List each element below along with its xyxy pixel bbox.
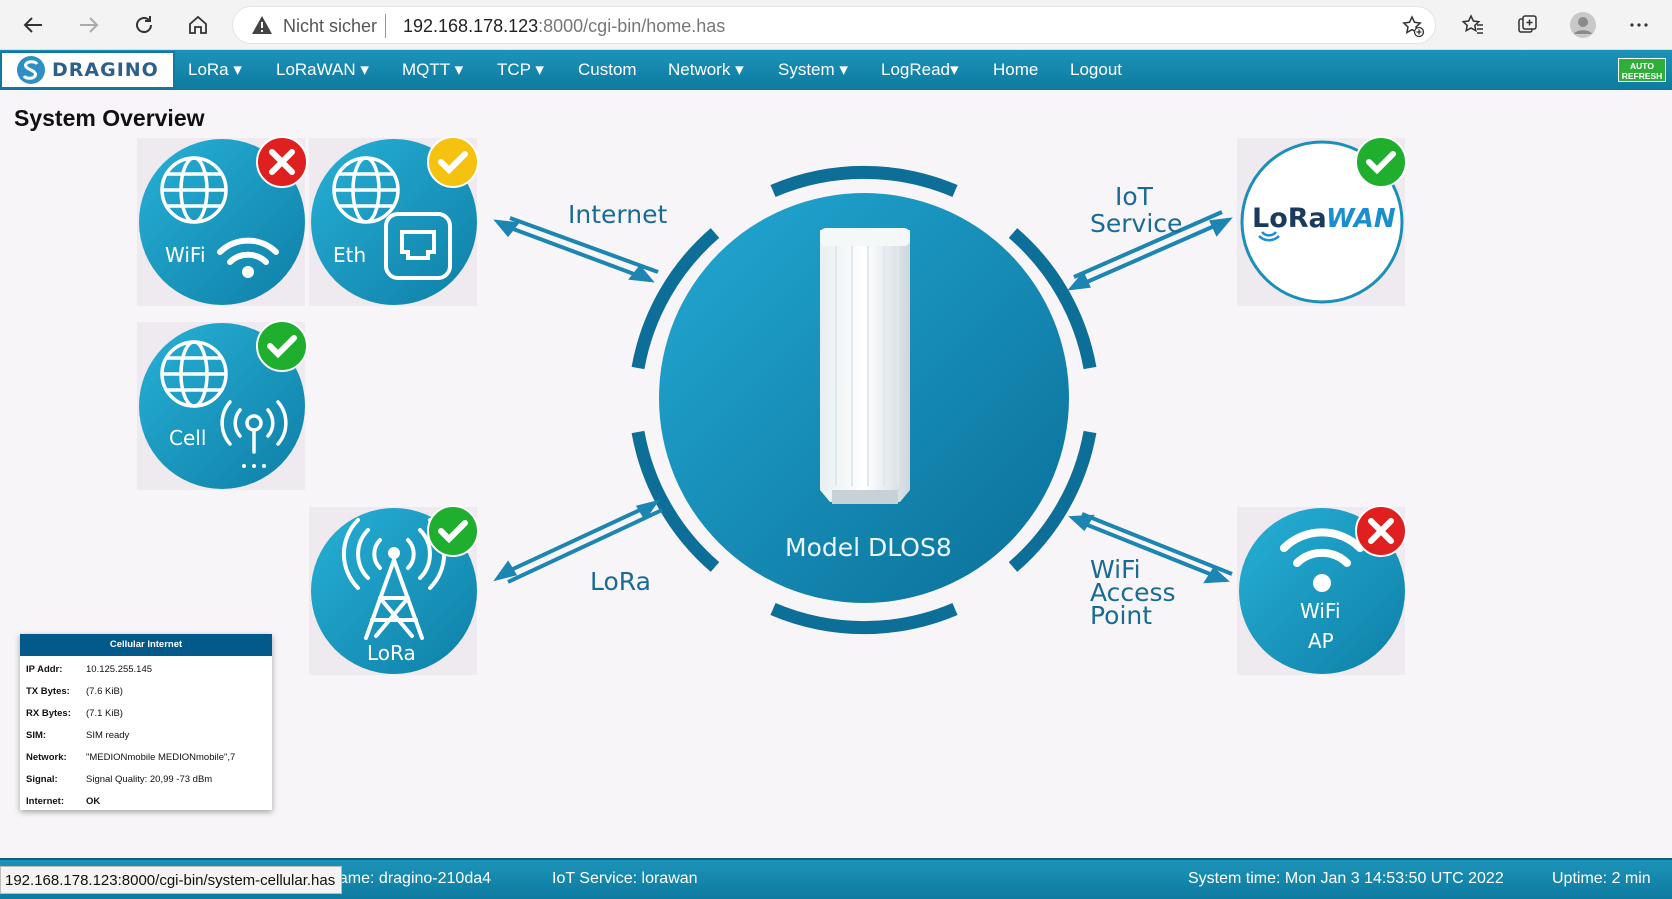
ok-status-icon	[256, 320, 308, 372]
nav-logout[interactable]: Logout	[1070, 60, 1122, 80]
ok-status-icon	[1355, 136, 1407, 188]
avatar-icon	[1570, 12, 1596, 38]
eth-label: Eth	[333, 243, 366, 267]
home-icon	[189, 15, 207, 34]
logo-text: DRAGINO	[52, 59, 159, 81]
nav-logread[interactable]: LogRead▾	[881, 60, 959, 80]
cell-label: Cell	[169, 426, 206, 450]
ok-status-icon	[427, 505, 479, 557]
url-text: 192.168.178.123:8000/cgi-bin/home.has	[403, 16, 726, 36]
nav-system[interactable]: System ▾	[778, 60, 848, 80]
favorites-button[interactable]	[1456, 8, 1490, 42]
cell-node[interactable]: Cell	[137, 320, 308, 490]
iot-service-status: IoT Service: lorawan	[552, 870, 698, 887]
back-button[interactable]	[16, 8, 50, 42]
profile-button[interactable]	[1566, 8, 1600, 42]
dragino-logo-icon	[17, 56, 45, 84]
hostname-status: name: dragino-210da4	[330, 870, 492, 887]
browser-toolbar: Nicht sicher 192.168.178.123:8000/cgi-bi…	[0, 0, 1672, 50]
add-favorite-icon[interactable]	[1401, 14, 1425, 38]
eth-node[interactable]: Eth	[309, 136, 479, 306]
iot-label-2: Service	[1090, 209, 1182, 238]
wifi-ap-label-1: WiFi	[1300, 599, 1341, 623]
warning-icon	[252, 16, 272, 34]
more-icon	[1630, 23, 1648, 27]
error-status-icon	[256, 136, 308, 188]
back-arrow-icon	[23, 17, 42, 33]
warning-status-icon	[427, 136, 479, 188]
reload-button[interactable]	[127, 8, 161, 42]
wifi-node[interactable]: WiFi	[137, 136, 308, 306]
system-time-status: System time: Mon Jan 3 14:53:50 UTC 2022	[1188, 870, 1504, 887]
dragino-logo[interactable]: DRAGINO	[0, 51, 175, 89]
auto-refresh-button[interactable]: AUTO REFRESH	[1618, 58, 1666, 82]
lorawan-logo-left: LoRa	[1252, 203, 1327, 234]
lorawan-node[interactable]: LoRa WAN	[1237, 136, 1407, 306]
nav-tcp[interactable]: TCP ▾	[497, 60, 544, 80]
nav-lora[interactable]: LoRa ▾	[188, 60, 242, 80]
collections-button[interactable]	[1511, 8, 1545, 42]
device-model-label: Model DLOS8	[785, 533, 952, 562]
collections-icon	[1518, 15, 1537, 33]
nav-home[interactable]: Home	[993, 60, 1038, 80]
gateway-device-image	[820, 228, 910, 504]
more-button[interactable]	[1622, 8, 1656, 42]
nav-custom[interactable]: Custom	[578, 60, 637, 80]
main-nav: DRAGINO LoRa ▾ LoRaWAN ▾ MQTT ▾ TCP ▾ Cu…	[0, 50, 1672, 90]
forward-arrow-icon	[80, 17, 99, 33]
device-node[interactable]: Model DLOS8	[631, 165, 1097, 635]
lora-label: LoRa	[367, 641, 416, 665]
error-status-icon	[1355, 505, 1407, 557]
wifi-ap-label-2: AP	[1308, 629, 1334, 653]
reload-icon	[136, 16, 152, 33]
favorites-icon	[1461, 14, 1483, 34]
internet-label: Internet	[568, 200, 667, 229]
link-hover-tooltip: 192.168.178.123:8000/cgi-bin/system-cell…	[0, 866, 343, 894]
nav-lorawan[interactable]: LoRaWAN ▾	[276, 60, 369, 80]
wifi-ap-label-line3: Point	[1090, 601, 1152, 630]
lora-node[interactable]: LoRa	[309, 505, 479, 675]
uptime-status: Uptime: 2 min	[1552, 870, 1651, 887]
nav-mqtt[interactable]: MQTT ▾	[402, 60, 463, 80]
wifi-label: WiFi	[165, 243, 206, 267]
url-divider	[385, 14, 386, 38]
lora-arrow-label: LoRa	[590, 567, 651, 596]
nav-network[interactable]: Network ▾	[668, 60, 744, 80]
iot-label-1: IoT	[1115, 182, 1154, 211]
address-bar[interactable]: Nicht sicher 192.168.178.123:8000/cgi-bi…	[232, 6, 1436, 44]
lorawan-logo-right: WAN	[1326, 204, 1396, 234]
cellular-popup-title: Cellular Internet	[20, 634, 272, 656]
home-browser-button[interactable]	[181, 8, 215, 42]
security-label: Nicht sicher	[283, 16, 378, 36]
cellular-info-popup: Cellular Internet IP Addr: 10.125.255.145…	[20, 634, 272, 810]
wifi-ap-node[interactable]: WiFi AP	[1237, 505, 1407, 675]
forward-button[interactable]	[72, 8, 106, 42]
